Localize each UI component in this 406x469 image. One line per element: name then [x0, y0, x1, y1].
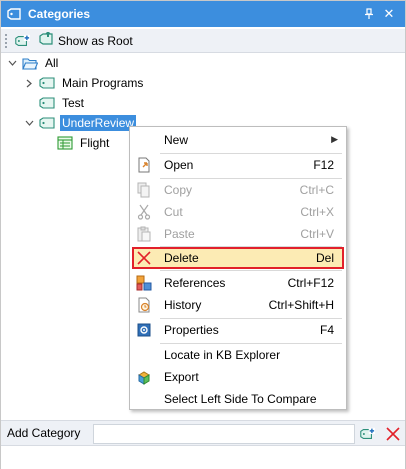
menu-item-select-left-side-to-compare[interactable]: Select Left Side To Compare: [132, 388, 344, 410]
menu-item-shortcut: F12: [313, 158, 334, 172]
tree-node-underreview[interactable]: UnderReview: [23, 114, 137, 132]
title-bar: Categories ✕: [1, 1, 405, 27]
tree-node-label-selected: UnderReview: [60, 115, 137, 131]
menu-item-shortcut: Del: [315, 251, 334, 265]
menu-item-cut[interactable]: Cut Ctrl+X: [132, 201, 344, 223]
open-icon: [136, 157, 152, 173]
menu-item-label: Properties: [164, 323, 219, 337]
toolbar: Show as Root: [1, 29, 405, 53]
menu-item-label: Open: [164, 158, 194, 172]
toolbar-grip[interactable]: [5, 33, 9, 48]
context-menu: New ▶ Open F12 Copy Ctrl+C Cut Ctrl+X Pa…: [129, 126, 347, 410]
show-as-root-label: Show as Root: [58, 33, 133, 48]
tree-node-label: All: [45, 56, 59, 70]
new-tag-icon[interactable]: [14, 33, 30, 49]
menu-item-label: References: [164, 276, 226, 290]
menu-item-label: Cut: [164, 205, 183, 219]
chevron-down-icon[interactable]: [23, 117, 35, 129]
categories-panel: Categories ✕ Show as Root All Main Progr…: [0, 0, 406, 469]
menu-item-shortcut: Ctrl+X: [300, 205, 334, 219]
menu-item-copy[interactable]: Copy Ctrl+C: [132, 179, 344, 201]
menu-item-label: Select Left Side To Compare: [164, 392, 317, 406]
references-icon: [136, 275, 152, 291]
menu-item-shortcut: Ctrl+V: [300, 227, 334, 241]
show-as-root-button[interactable]: Show as Root: [34, 30, 136, 51]
chevron-down-icon[interactable]: [6, 57, 18, 69]
tree-node-flight[interactable]: Flight: [53, 134, 111, 152]
panel-title: Categories: [28, 7, 91, 21]
tag-icon: [39, 96, 55, 110]
show-as-root-icon: [37, 31, 55, 49]
tag-icon: [39, 76, 55, 90]
menu-item-paste[interactable]: Paste Ctrl+V: [132, 223, 344, 245]
delete-x-icon[interactable]: [385, 426, 401, 442]
menu-item-label: New: [164, 133, 189, 147]
menu-item-new[interactable]: New ▶: [132, 129, 344, 151]
add-tag-icon[interactable]: [359, 426, 375, 442]
menu-item-delete[interactable]: Delete Del: [132, 247, 344, 269]
delete-x-icon: [136, 250, 152, 266]
menu-separator: [160, 270, 342, 271]
tree-node-all[interactable]: All: [6, 54, 60, 72]
history-icon: [136, 297, 152, 313]
bottom-empty-area: [1, 447, 405, 469]
tree-node-label: Main Programs: [62, 76, 144, 90]
tree-node-test[interactable]: Test: [23, 94, 86, 112]
add-category-bar: Add Category: [1, 420, 405, 446]
menu-item-shortcut: F4: [319, 323, 334, 337]
pin-icon[interactable]: [361, 6, 377, 22]
export-icon: [136, 369, 152, 385]
menu-item-shortcut: Ctrl+Shift+H: [268, 298, 334, 312]
copy-icon: [136, 182, 152, 198]
menu-item-locate-in-kb-explorer[interactable]: Locate in KB Explorer: [132, 344, 344, 366]
menu-item-label: Export: [164, 370, 199, 384]
add-category-label: Add Category: [7, 426, 81, 440]
tag-icon: [7, 6, 23, 22]
menu-item-history[interactable]: History Ctrl+Shift+H: [132, 294, 344, 316]
transaction-icon: [57, 136, 73, 150]
tree-node-main-programs[interactable]: Main Programs: [23, 74, 145, 92]
tag-icon: [39, 116, 55, 130]
tree-node-label: Test: [62, 96, 85, 110]
menu-item-label: Delete: [164, 251, 199, 265]
scissors-icon: [136, 204, 152, 220]
menu-item-shortcut: Ctrl+C: [299, 183, 334, 197]
menu-item-references[interactable]: References Ctrl+F12: [132, 272, 344, 294]
menu-item-label: Copy: [164, 183, 193, 197]
menu-item-label: History: [164, 298, 202, 312]
properties-gear-icon: [136, 322, 152, 338]
menu-item-shortcut: Ctrl+F12: [287, 276, 334, 290]
paste-icon: [136, 226, 152, 242]
category-name-input[interactable]: [93, 424, 355, 444]
menu-item-label: Locate in KB Explorer: [164, 348, 281, 362]
menu-item-label: Paste: [164, 227, 195, 241]
tree-node-label: Flight: [80, 136, 110, 150]
submenu-arrow-icon: ▶: [331, 134, 338, 144]
menu-item-export[interactable]: Export: [132, 366, 344, 388]
chevron-right-icon[interactable]: [23, 77, 35, 89]
folder-open-icon: [22, 56, 38, 70]
close-icon[interactable]: ✕: [381, 6, 397, 22]
menu-item-properties[interactable]: Properties F4: [132, 319, 344, 341]
menu-item-open[interactable]: Open F12: [132, 154, 344, 176]
